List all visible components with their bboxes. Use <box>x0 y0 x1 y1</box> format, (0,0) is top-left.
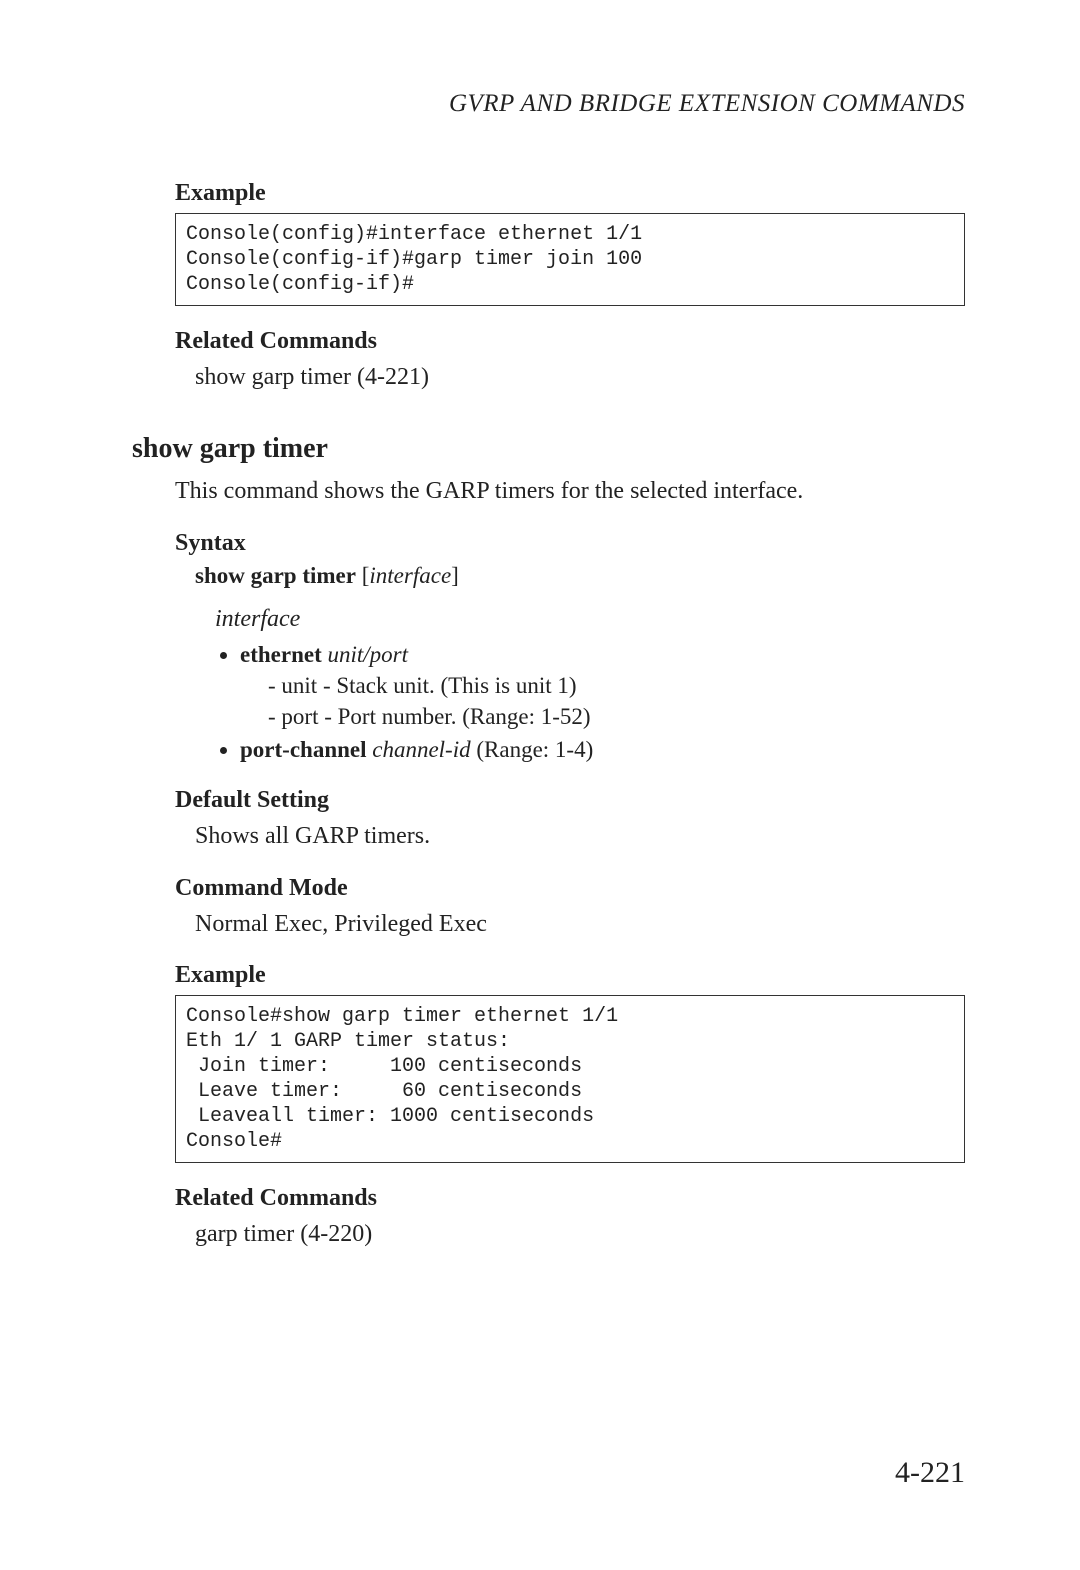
syntax-heading: Syntax <box>175 530 965 557</box>
page: GVRP AND BRIDGE EXTENSION COMMANDS Examp… <box>0 0 1080 1251</box>
code-block-1: Console(config)#interface ethernet 1/1 C… <box>175 213 965 306</box>
related-heading-1: Related Commands <box>175 328 965 355</box>
syntax-arg: interface <box>369 563 451 588</box>
bullet-ethernet: ethernet unit/port - unit - Stack unit. … <box>240 639 965 732</box>
mode-heading: Command Mode <box>175 875 965 902</box>
ethernet-arg: unit/port <box>322 642 408 667</box>
command-description: This command shows the GARP timers for t… <box>175 475 965 507</box>
running-header: GVRP AND BRIDGE EXTENSION COMMANDS <box>115 90 965 118</box>
ethernet-keyword: ethernet <box>240 642 322 667</box>
header-text: GVRP AND BRIDGE EXTENSION COMMANDS <box>449 90 965 117</box>
syntax-command: show garp timer <box>195 563 356 588</box>
example-heading-2: Example <box>175 962 965 989</box>
related-heading-2: Related Commands <box>175 1185 965 1212</box>
content-area: Example Console(config)#interface ethern… <box>175 180 965 1251</box>
default-text: Shows all GARP timers. <box>195 820 965 852</box>
port-line: - port - Port number. (Range: 1-52) <box>268 701 965 732</box>
command-title: show garp timer <box>132 433 965 465</box>
syntax-bullets: ethernet unit/port - unit - Stack unit. … <box>240 639 965 765</box>
interface-label: interface <box>215 603 965 635</box>
unit-line: - unit - Stack unit. (This is unit 1) <box>268 670 965 701</box>
code-block-2: Console#show garp timer ethernet 1/1 Eth… <box>175 995 965 1163</box>
bullet-port-channel: port-channel channel-id (Range: 1-4) <box>240 734 965 765</box>
related-text-2: garp timer (4-220) <box>195 1218 965 1250</box>
port-channel-arg: channel-id <box>367 737 471 762</box>
port-channel-range: (Range: 1-4) <box>471 737 594 762</box>
page-number: 4-221 <box>895 1456 965 1490</box>
example-heading-1: Example <box>175 180 965 207</box>
related-text-1: show garp timer (4-221) <box>195 361 965 393</box>
port-channel-keyword: port-channel <box>240 737 367 762</box>
syntax-line: show garp timer [interface] <box>195 563 965 589</box>
default-heading: Default Setting <box>175 787 965 814</box>
syntax-bracket-close: ] <box>451 563 459 588</box>
syntax-bracket-open: [ <box>356 563 369 588</box>
mode-text: Normal Exec, Privileged Exec <box>195 908 965 940</box>
